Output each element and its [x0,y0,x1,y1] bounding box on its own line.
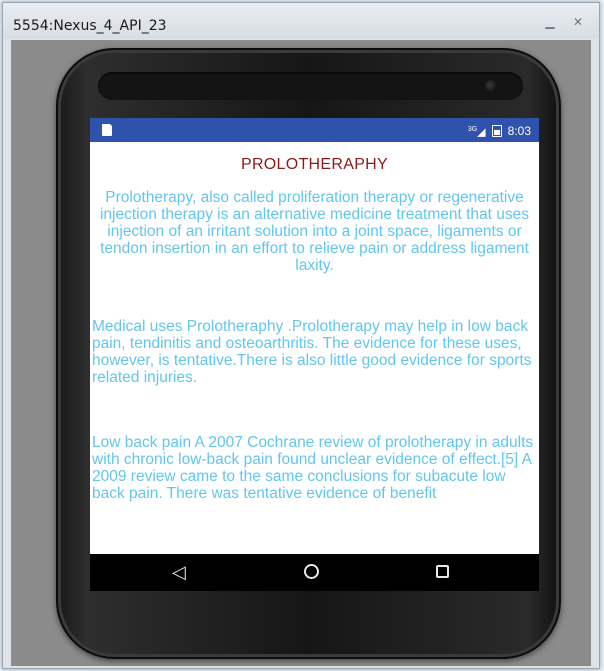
home-circle [304,564,319,579]
paragraph-medical-uses: Medical uses Prolotheraphy .Prolotherapy… [92,318,532,386]
paragraph-low-back-pain: Low back pain A 2007 Cochrane review of … [92,434,534,502]
home-icon[interactable] [304,563,319,579]
window-titlebar[interactable]: 5554:Nexus_4_API_23 ▁ ✕ [3,3,599,39]
recents-square [436,565,449,578]
camera-icon [485,80,497,92]
navigation-bar: ◁ [90,554,539,591]
minimize-icon[interactable]: ▁ [543,16,557,28]
phone-frame: 3G◢ 8:03 PROLOTHERAPHY Prolotherapy, als… [56,48,561,659]
signal-icon: 3G◢ [467,126,486,139]
status-icons: 3G◢ 8:03 [468,123,531,140]
window-title: 5554:Nexus_4_API_23 [13,18,167,34]
sd-card-icon [102,124,112,136]
status-time: 8:03 [507,124,531,139]
device-screen: 3G◢ 8:03 PROLOTHERAPHY Prolotherapy, als… [90,118,539,591]
page-title: PROLOTHERAPHY [240,156,389,173]
window-controls: ▁ ✕ [543,16,585,28]
network-type-label: 3G [467,126,478,133]
emulator-window: 5554:Nexus_4_API_23 ▁ ✕ 3G◢ 8:03 PROLOTH… [2,2,600,669]
paragraph-intro: Prolotherapy, also called proliferation … [99,189,530,274]
recents-icon[interactable] [436,563,449,578]
status-bar: 3G◢ 8:03 [90,118,539,142]
close-icon[interactable]: ✕ [571,16,585,28]
back-icon[interactable]: ◁ [172,563,186,581]
speaker-grill [98,72,523,100]
scroll-content[interactable]: PROLOTHERAPHY Prolotherapy, also called … [90,142,539,554]
battery-icon [491,125,502,138]
emulator-area: 3G◢ 8:03 PROLOTHERAPHY Prolotherapy, als… [11,40,591,666]
